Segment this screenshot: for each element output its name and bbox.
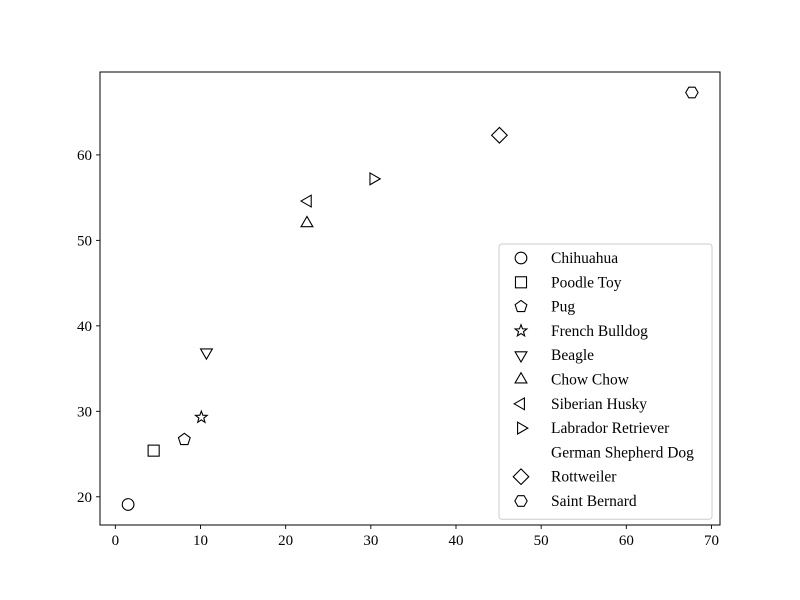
x-tick-label: 30 [363,533,378,549]
x-tick-label: 20 [278,533,293,549]
legend-label: French Bulldog [551,323,648,340]
y-tick-label: 60 [77,148,92,164]
y-tick-label: 30 [77,404,92,420]
legend-label: Beagle [551,347,594,364]
y-tick-label: 20 [77,490,92,506]
legend-label: Pug [551,299,575,316]
x-tick-label: 60 [619,533,634,549]
y-tick-label: 50 [77,233,92,249]
x-tick-label: 0 [112,533,120,549]
legend-label: Siberian Husky [551,396,647,413]
legend-label: Poodle Toy [551,274,622,291]
legend-label: Rottweiler [551,469,617,486]
x-tick-label: 40 [448,533,463,549]
scatter-chart: 0 10 20 30 40 50 60 70 20 30 40 50 60 Chihuahua Pood… [0,0,800,600]
legend: Chihuahua Poodle Toy Pug French Bulldog Beag… [498,243,713,520]
legend-label: Saint Bernard [551,493,637,510]
legend-item: German Shepherd Dog [551,444,694,461]
legend-label: German Shepherd Dog [551,444,694,461]
x-tick-label: 50 [534,533,549,549]
legend-label: Chihuahua [551,250,618,267]
x-tick-label: 10 [193,533,208,549]
y-tick-label: 40 [77,319,92,335]
x-tick-label: 70 [704,533,719,549]
legend-label: Chow Chow [551,372,630,389]
legend-label: Labrador Retriever [551,420,670,437]
